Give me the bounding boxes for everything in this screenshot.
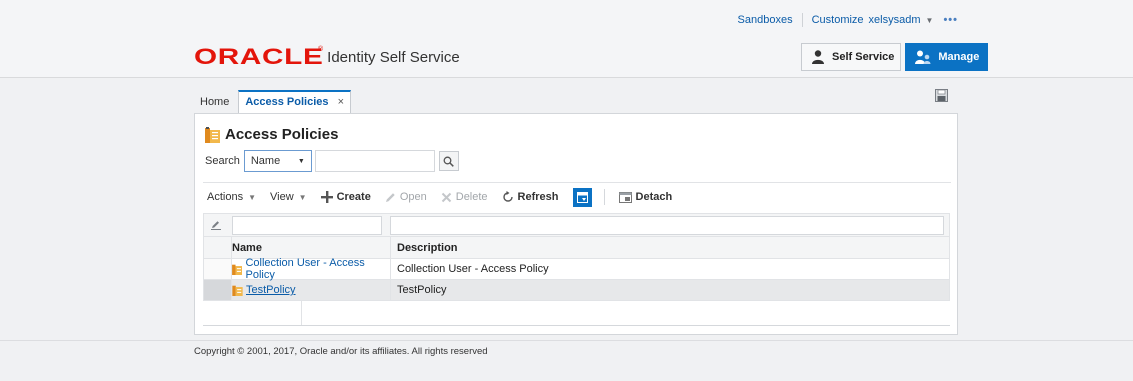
open-label: Open: [399, 191, 427, 203]
role-switcher: Self Service Manage: [801, 43, 989, 71]
manage-users-icon: [915, 50, 931, 64]
search-input[interactable]: [314, 150, 435, 172]
freeze-button[interactable]: [572, 187, 592, 207]
refresh-label: Refresh: [517, 191, 559, 203]
policy-icon: [232, 264, 243, 275]
search-icon: [443, 156, 455, 167]
footer-divider: [0, 340, 1133, 341]
divider: [801, 13, 803, 27]
brand-name: ORACLE: [194, 44, 324, 69]
chevron-down-icon: ▼: [298, 192, 307, 202]
table-row[interactable]: Collection User - Access Policy Collecti…: [203, 257, 950, 281]
filter-description-input[interactable]: [390, 215, 944, 235]
save-icon[interactable]: [935, 89, 948, 105]
header-selector-cell: [204, 237, 232, 258]
column-header-description[interactable]: Description: [390, 237, 458, 258]
policy-name-link[interactable]: TestPolicy: [246, 284, 296, 296]
pencil-icon: [385, 192, 395, 202]
user-menu[interactable]: xelsysadm: [869, 14, 921, 26]
policy-description-cell: TestPolicy: [390, 280, 447, 300]
close-icon[interactable]: ×: [338, 96, 344, 108]
manage-button[interactable]: Manage: [905, 43, 989, 71]
oracle-logo: ORACLE ® Identity Self Service: [194, 44, 460, 70]
delete-label: Delete: [455, 191, 488, 203]
registered-mark: ®: [318, 45, 324, 53]
page-title-text: Access Policies: [225, 126, 339, 143]
tab-access-policies[interactable]: Access Policies ×: [238, 90, 352, 113]
more-icon[interactable]: •••: [943, 14, 958, 26]
chevron-down-icon: ▼: [248, 192, 256, 202]
policy-name-link[interactable]: Collection User - Access Policy: [245, 257, 390, 281]
tab-bar: Home Access Policies ×: [194, 90, 352, 113]
tab-home-label: Home: [200, 96, 230, 108]
search-bar: Search Name ▼: [195, 150, 459, 172]
plus-icon: [320, 191, 333, 203]
refresh-icon: [502, 191, 513, 202]
policy-icon: [205, 126, 220, 143]
tab-access-policies-label: Access Policies: [245, 96, 329, 108]
table-row[interactable]: TestPolicy TestPolicy: [203, 280, 950, 301]
pencil-icon[interactable]: [204, 220, 228, 230]
delete-button[interactable]: Delete: [441, 191, 488, 203]
toolbar: Actions ▼ View ▼ Create Open Delete Refr…: [195, 186, 672, 208]
app-header: Sandboxes Customize xelsysadm ▼ ••• ORAC…: [0, 0, 1133, 78]
policies-table: Name Description Collection User - Acces…: [203, 213, 950, 301]
page-title: Access Policies: [205, 126, 338, 143]
tab-home[interactable]: Home: [194, 92, 235, 113]
row-selector-cell[interactable]: [204, 259, 232, 279]
chevron-down-icon: ▼: [297, 157, 305, 165]
actions-label: Actions: [207, 191, 244, 203]
person-icon: [812, 50, 824, 64]
column-header-name[interactable]: Name: [232, 242, 390, 254]
toolbar-divider: [203, 182, 951, 183]
column-header-name-label: Name: [232, 241, 262, 254]
view-menu[interactable]: View ▼: [270, 191, 307, 203]
policy-icon: [232, 285, 243, 296]
customize-link[interactable]: Customize: [812, 14, 864, 26]
column-divider: [301, 300, 302, 325]
policy-name-cell[interactable]: Collection User - Access Policy: [232, 257, 390, 281]
search-field-value: Name: [250, 155, 281, 167]
detach-icon: [618, 191, 632, 203]
actions-menu[interactable]: Actions ▼: [207, 191, 256, 203]
row-selector-cell[interactable]: [204, 280, 232, 300]
detach-label: Detach: [635, 191, 673, 203]
create-label: Create: [336, 191, 371, 203]
copyright-text: Copyright © 2001, 2017, Oracle and/or it…: [194, 346, 488, 357]
sandboxes-link[interactable]: Sandboxes: [738, 14, 793, 26]
self-service-label: Self Service: [832, 51, 895, 63]
freeze-icon: [576, 191, 588, 203]
manage-label: Manage: [938, 51, 980, 63]
view-label: View: [270, 191, 294, 203]
policy-name-cell[interactable]: TestPolicy: [232, 280, 390, 300]
main-panel: Access Policies Search Name ▼ Actions ▼ …: [194, 113, 958, 335]
filter-row: [203, 213, 950, 237]
table-header: Name Description: [203, 237, 950, 259]
policy-description-cell: Collection User - Access Policy: [390, 259, 549, 279]
search-field-select[interactable]: Name ▼: [243, 150, 312, 172]
delete-icon: [441, 192, 451, 202]
chevron-down-icon[interactable]: ▼: [926, 16, 934, 25]
create-button[interactable]: Create: [320, 191, 371, 203]
global-links: Sandboxes Customize xelsysadm ▼ •••: [738, 13, 958, 27]
table-footer-line: [203, 325, 950, 326]
detach-button[interactable]: Detach: [618, 191, 673, 203]
open-button[interactable]: Open: [385, 191, 427, 203]
self-service-button[interactable]: Self Service: [801, 43, 902, 71]
search-button[interactable]: [438, 151, 459, 171]
refresh-button[interactable]: Refresh: [502, 191, 559, 203]
toolbar-separator: [603, 189, 605, 205]
search-label: Search: [205, 155, 240, 167]
filter-name-input[interactable]: [232, 215, 382, 235]
column-header-description-label: Description: [397, 241, 458, 254]
